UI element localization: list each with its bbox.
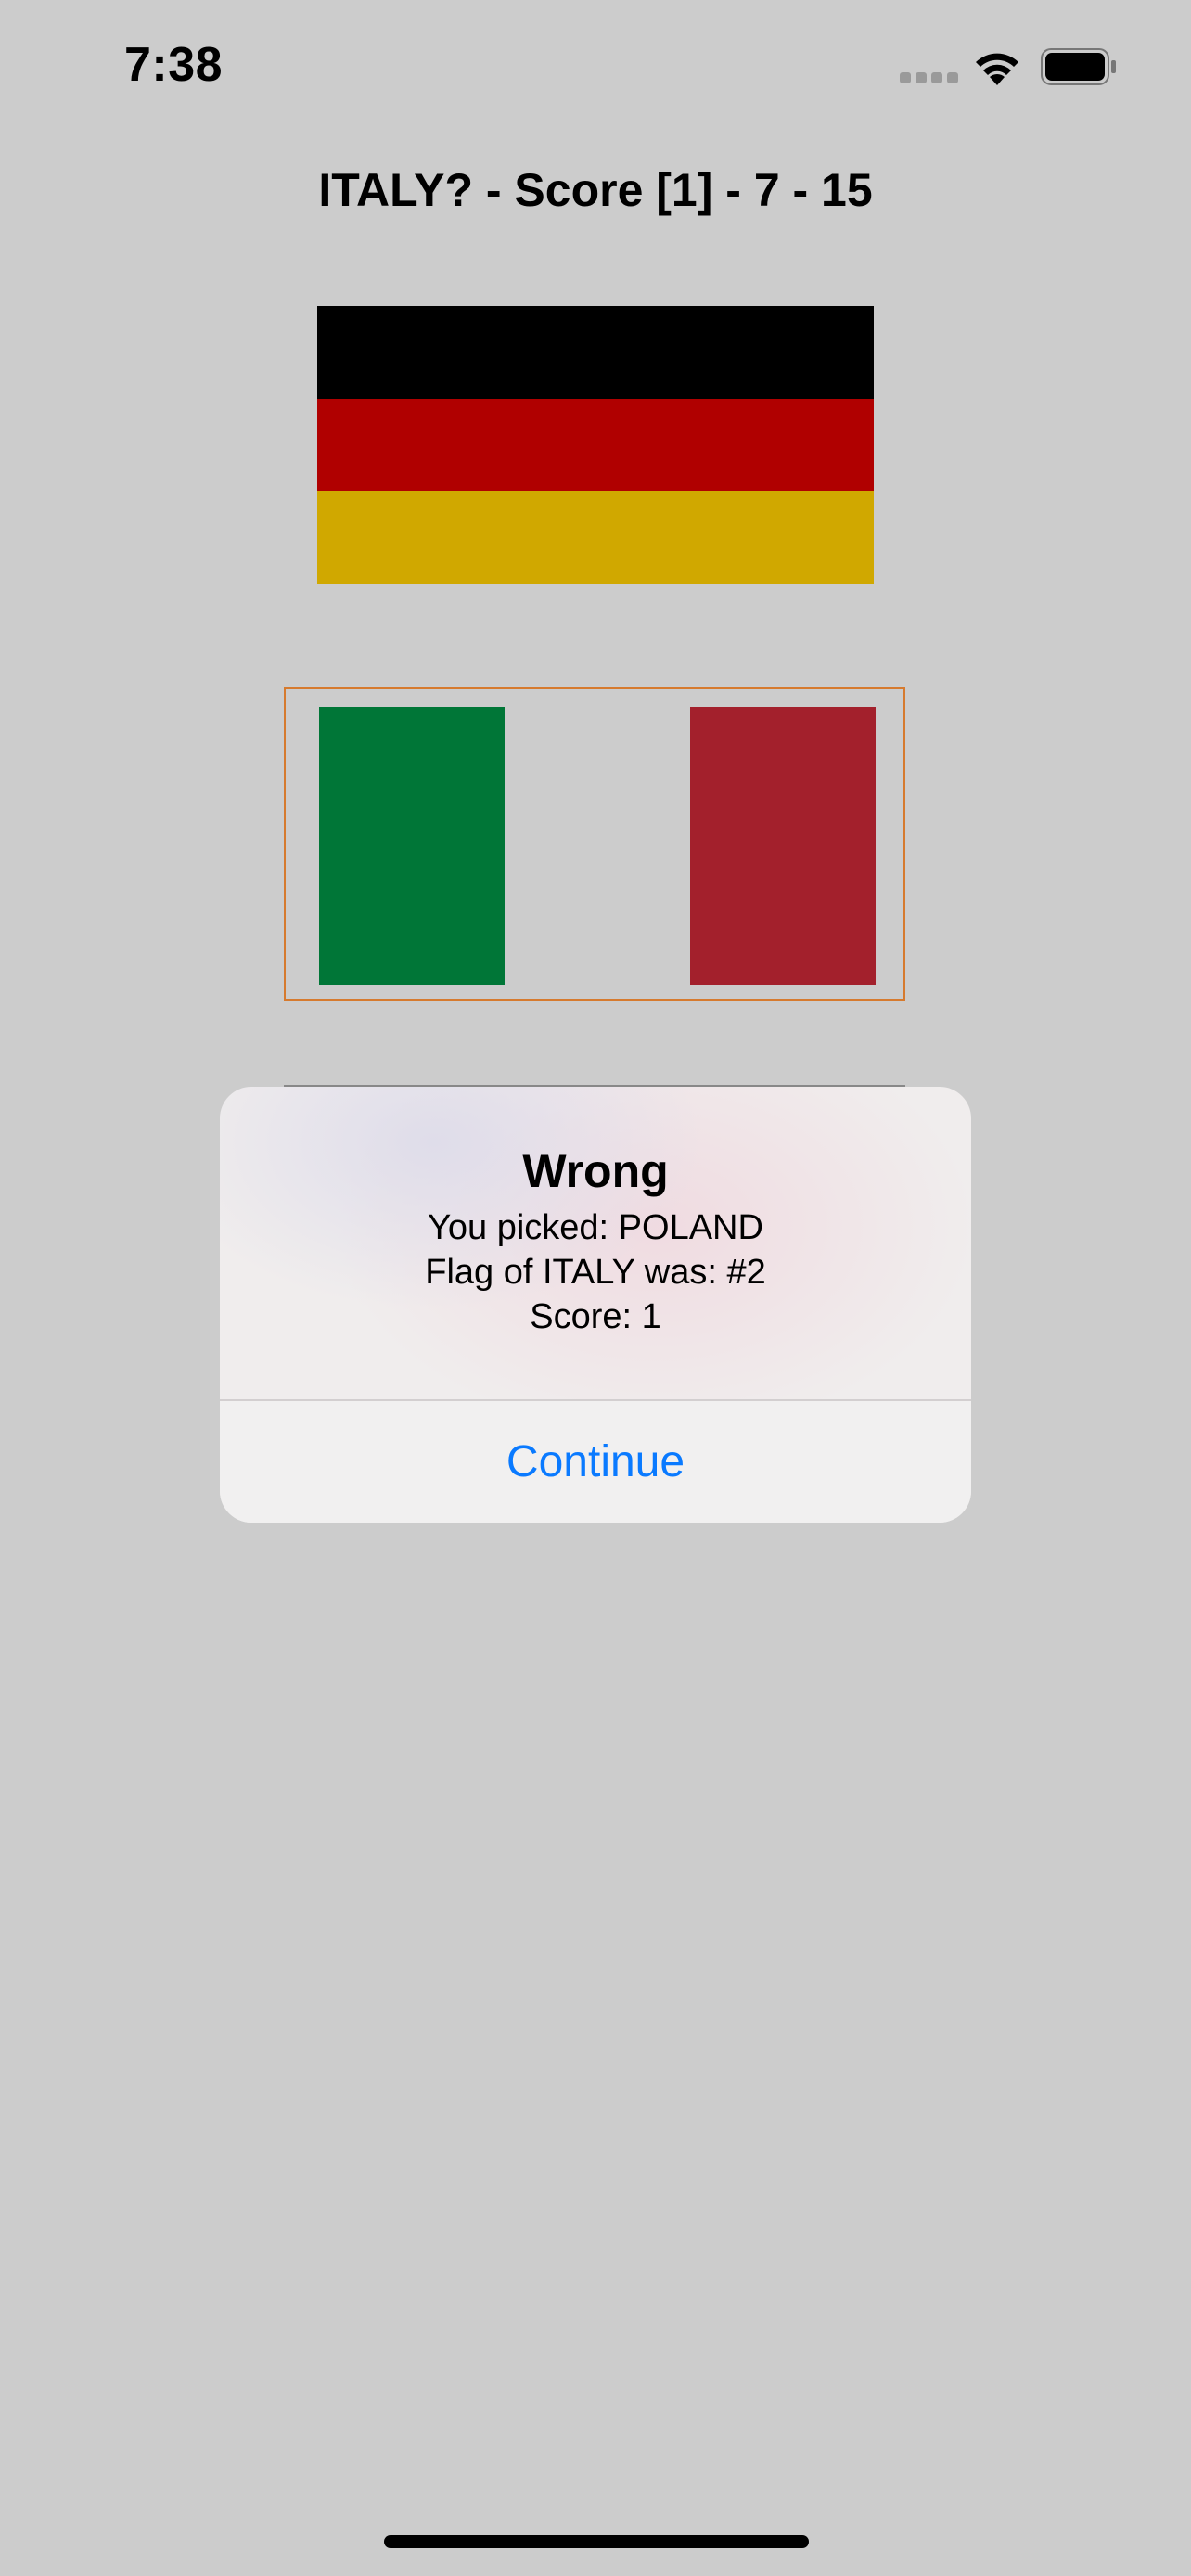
flag-stripe <box>690 707 876 985</box>
result-alert: Wrong You picked: POLAND Flag of ITALY w… <box>220 1087 971 1523</box>
flag-stripe <box>319 707 505 985</box>
signal-icon <box>900 72 959 85</box>
alert-title: Wrong <box>522 1145 669 1197</box>
flag-stripe <box>317 399 874 491</box>
status-time: 7:38 <box>124 38 224 92</box>
flag-button-1[interactable] <box>317 306 874 584</box>
page-title: ITALY? - Score [1] - 7 - 15 <box>318 164 873 216</box>
flag-italy <box>319 707 876 985</box>
alert-line-picked: You picked: POLAND <box>428 1208 763 1247</box>
flag-stripe <box>317 491 874 584</box>
alert-message: You picked: POLAND Flag of ITALY was: #2… <box>220 1205 971 1339</box>
wifi-icon <box>976 53 1018 85</box>
flag-stripe <box>505 707 690 985</box>
alert-line-score: Score: 1 <box>530 1297 661 1336</box>
flag-button-2[interactable] <box>284 687 905 1001</box>
battery-icon <box>1041 48 1116 85</box>
alert-line-answer: Flag of ITALY was: #2 <box>425 1253 766 1292</box>
flag-stripe <box>317 306 874 399</box>
home-indicator[interactable] <box>384 2535 809 2548</box>
continue-button[interactable]: Continue <box>220 1401 971 1523</box>
